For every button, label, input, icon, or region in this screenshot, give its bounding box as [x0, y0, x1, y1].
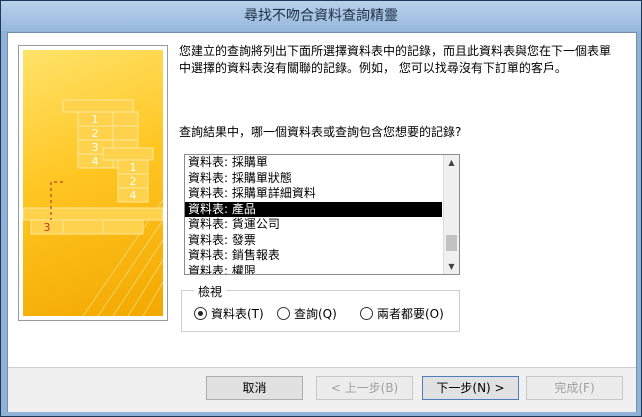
title-bar[interactable]: 尋找不吻合資料查詢精靈: [1, 1, 641, 31]
art-number-mid-4: 4: [130, 189, 137, 202]
table-graphic: 1 2 3 4 1 2 4 3: [23, 99, 163, 316]
list-item[interactable]: 資料表: 採購單狀態: [185, 171, 442, 187]
scroll-down-icon[interactable]: ▼: [444, 259, 459, 274]
list-item[interactable]: 資料表: 採購單詳細資料: [185, 186, 442, 202]
cancel-button[interactable]: 取消: [206, 376, 303, 400]
radio-both-label: 兩者都要(O): [377, 307, 444, 321]
next-button[interactable]: 下一步(N) >: [422, 376, 519, 400]
art-number-bottom: 3: [44, 221, 51, 234]
wizard-illustration: 1 2 3 4 1 2 4 3: [18, 45, 168, 321]
wizard-description: 您建立的查詢將列出下面所選擇資料表中的記錄，而且此資料表與您在下一個表單 中選擇…: [179, 43, 619, 77]
view-group-label: 檢視: [194, 283, 227, 300]
list-item[interactable]: 資料表: 採購單: [185, 155, 442, 171]
art-number-1: 1: [92, 113, 99, 126]
scroll-up-icon[interactable]: ▲: [444, 155, 459, 170]
list-item[interactable]: 資料表: 貨運公司: [185, 217, 442, 233]
listbox-items: 資料表: 採購單 資料表: 採購單狀態 資料表: 採購單詳細資料 資料表: 產品…: [185, 155, 442, 275]
scroll-thumb[interactable]: [446, 235, 457, 251]
finish-button[interactable]: 完成(F): [526, 376, 623, 400]
art-number-mid-2: 2: [130, 175, 137, 188]
listbox-scrollbar[interactable]: ▲ ▼: [443, 155, 459, 274]
description-line-2: 中選擇的資料表沒有關聯的記錄。例如， 您可以找尋沒有下訂單的客戶。: [179, 61, 567, 75]
view-groupbox: 檢視 資料表(T) 查詢(Q) 兩者都要(O): [181, 283, 460, 332]
back-button[interactable]: < 上一步(B): [316, 376, 413, 400]
list-item-selected[interactable]: 資料表: 產品: [185, 201, 442, 217]
art-number-3: 3: [92, 141, 99, 154]
table-listbox[interactable]: 資料表: 採購單 資料表: 採購單狀態 資料表: 採購單詳細資料 資料表: 產品…: [184, 154, 460, 275]
radio-queries[interactable]: 查詢(Q): [277, 307, 337, 321]
art-number-mid-1: 1: [130, 161, 137, 174]
question-label: 查詢結果中，哪一個資料表或查詢包含您想要的記錄?: [179, 125, 462, 139]
description-line-1: 您建立的查詢將列出下面所選擇資料表中的記錄，而且此資料表與您在下一個表單: [179, 44, 612, 58]
list-item[interactable]: 資料表: 發票: [185, 233, 442, 249]
list-item[interactable]: 資料表: 銷售報表: [185, 248, 442, 264]
radio-both[interactable]: 兩者都要(O): [360, 307, 444, 321]
radio-tables[interactable]: 資料表(T): [194, 307, 264, 321]
art-number-2: 2: [92, 127, 99, 140]
window-title: 尋找不吻合資料查詢精靈: [244, 8, 398, 24]
wizard-client-area: 1 2 3 4 1 2 4 3 您建立的查詢將列出下面所選擇資料表中的記錄，而且…: [7, 32, 637, 412]
radio-queries-label: 查詢(Q): [294, 307, 337, 321]
list-item[interactable]: 資料表: 權限: [185, 264, 442, 275]
radio-unselected-icon: [360, 307, 373, 320]
art-number-4: 4: [92, 155, 99, 168]
radio-tables-label: 資料表(T): [211, 307, 264, 321]
wizard-window: 尋找不吻合資料查詢精靈 1 2 3 4 1 2 4 3 您建立的查詢將列出下面所…: [0, 0, 642, 417]
radio-selected-icon: [194, 307, 207, 320]
radio-unselected-icon: [277, 307, 290, 320]
